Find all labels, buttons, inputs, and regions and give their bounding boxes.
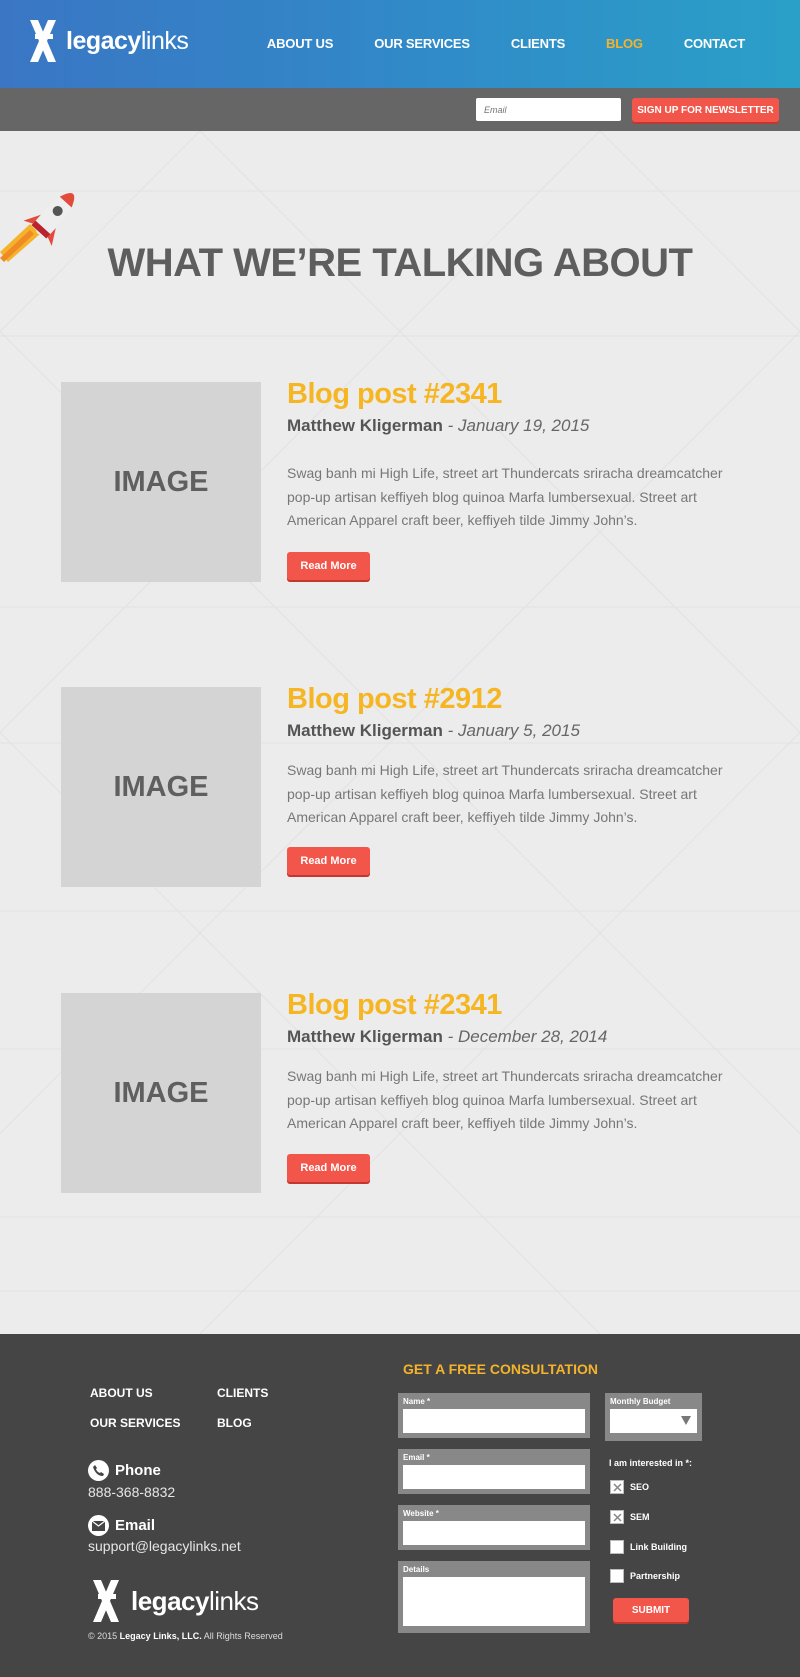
email-field: Email * [398,1449,590,1494]
phone-icon [88,1460,109,1481]
interest-label: I am interested in *: [609,1458,693,1468]
post-image-placeholder[interactable]: IMAGE [61,993,261,1193]
phone-number[interactable]: 888-368-8832 [88,1484,175,1500]
post-author: Matthew Kligerman [287,1027,443,1046]
budget-field: Monthly Budget [605,1393,702,1441]
logo-text: legacylinks [131,1585,259,1616]
post-image-placeholder[interactable]: IMAGE [61,382,261,582]
budget-select[interactable] [610,1409,697,1433]
footer-link-about-us[interactable]: ABOUT US [90,1386,153,1400]
read-more-button[interactable]: Read More [287,847,370,875]
link-building-label: Link Building [630,1542,687,1552]
option-sem: SEM [610,1510,650,1524]
post-date: January 5, 2015 [457,721,580,740]
consultation-title: GET A FREE CONSULTATION [403,1361,598,1377]
site-header: legacylinks ABOUT US OUR SERVICES CLIENT… [0,0,800,88]
post-title[interactable]: Blog post #2912 [287,683,502,716]
name-input[interactable] [403,1409,585,1433]
check-x-icon [612,1512,622,1522]
post-title[interactable]: Blog post #2341 [287,989,502,1022]
footer-link-clients[interactable]: CLIENTS [217,1386,268,1400]
read-more-button[interactable]: Read More [287,1154,370,1182]
nav-contact[interactable]: CONTACT [684,36,745,51]
email-label: Email [115,1517,156,1534]
post-author: Matthew Kligerman [287,416,443,435]
option-partnership: Partnership [610,1569,680,1583]
newsletter-bar: SIGN UP FOR NEWSLETTER [0,88,800,131]
blog-post: IMAGE Blog post #2341 Matthew Kligerman … [61,378,751,582]
footer-link-blog[interactable]: BLOG [217,1416,252,1430]
email-heading: Email [88,1515,155,1536]
details-textarea[interactable] [403,1577,585,1626]
check-x-icon [612,1482,622,1492]
nav-about-us[interactable]: ABOUT US [267,36,333,51]
seo-label: SEO [630,1482,650,1492]
link-building-checkbox[interactable] [610,1540,624,1554]
newsletter-signup-button[interactable]: SIGN UP FOR NEWSLETTER [632,98,779,122]
details-field-label: Details [403,1565,430,1574]
email-field-label: Email * [403,1453,430,1462]
website-field-label: Website * [403,1509,439,1518]
site-logo[interactable]: legacylinks [26,18,189,64]
option-seo: SEO [610,1480,649,1494]
main-nav: ABOUT US OUR SERVICES CLIENTS BLOG CONTA… [226,36,745,51]
website-input[interactable] [403,1521,585,1545]
post-date: December 28, 2014 [457,1027,608,1046]
footer-logo[interactable]: legacylinks [89,1578,259,1624]
post-date-separator: - [447,1027,458,1046]
post-meta: Matthew Kligerman - January 19, 2015 [287,416,589,436]
website-field: Website * [398,1505,590,1550]
post-date-separator: - [447,721,458,740]
phone-heading: Phone [88,1460,161,1481]
blog-post: IMAGE Blog post #2912 Matthew Kligerman … [61,683,751,887]
phone-label: Phone [115,1462,161,1479]
logo-mark-icon [30,20,56,62]
option-link-building: Link Building [610,1540,687,1554]
budget-field-label: Monthly Budget [610,1397,671,1406]
nav-clients[interactable]: CLIENTS [511,36,565,51]
blog-section: WHAT WE’RE TALKING ABOUT IMAGE Blog post… [0,131,800,1334]
email-input[interactable] [403,1465,585,1489]
details-field: Details [398,1561,590,1633]
post-image-placeholder[interactable]: IMAGE [61,687,261,887]
email-address[interactable]: support@legacylinks.net [88,1538,241,1554]
blog-post: IMAGE Blog post #2341 Matthew Kligerman … [61,989,751,1193]
post-excerpt: Swag banh mi High Life, street art Thund… [287,1068,723,1131]
seo-checkbox[interactable] [610,1480,624,1494]
post-date: January 19, 2015 [457,416,590,435]
copyright: © 2015 Legacy Links, LLC. All Rights Res… [88,1631,283,1641]
read-more-button[interactable]: Read More [287,552,370,580]
post-meta: Matthew Kligerman - January 5, 2015 [287,721,580,741]
post-date-separator: - [447,416,458,435]
post-excerpt: Swag banh mi High Life, street art Thund… [287,762,723,825]
post-excerpt: Swag banh mi High Life, street art Thund… [287,465,723,528]
page-title: WHAT WE’RE TALKING ABOUT [107,241,693,285]
nav-our-services[interactable]: OUR SERVICES [374,36,470,51]
chevron-down-icon [681,1416,691,1425]
post-title[interactable]: Blog post #2341 [287,378,502,411]
name-field: Name * [398,1393,590,1438]
partnership-label: Partnership [630,1571,681,1581]
logo-mark-icon [93,1580,119,1622]
nav-blog[interactable]: BLOG [606,36,643,51]
post-author: Matthew Kligerman [287,721,443,740]
partnership-checkbox[interactable] [610,1569,624,1583]
footer-link-our-services[interactable]: OUR SERVICES [90,1416,180,1430]
email-icon [88,1515,109,1536]
sem-label: SEM [630,1512,650,1522]
logo-text: legacylinks [66,26,189,55]
name-field-label: Name * [403,1397,431,1406]
submit-button[interactable]: SUBMIT [613,1598,689,1622]
newsletter-email-input[interactable] [476,98,621,121]
sem-checkbox[interactable] [610,1510,624,1524]
post-meta: Matthew Kligerman - December 28, 2014 [287,1027,607,1047]
